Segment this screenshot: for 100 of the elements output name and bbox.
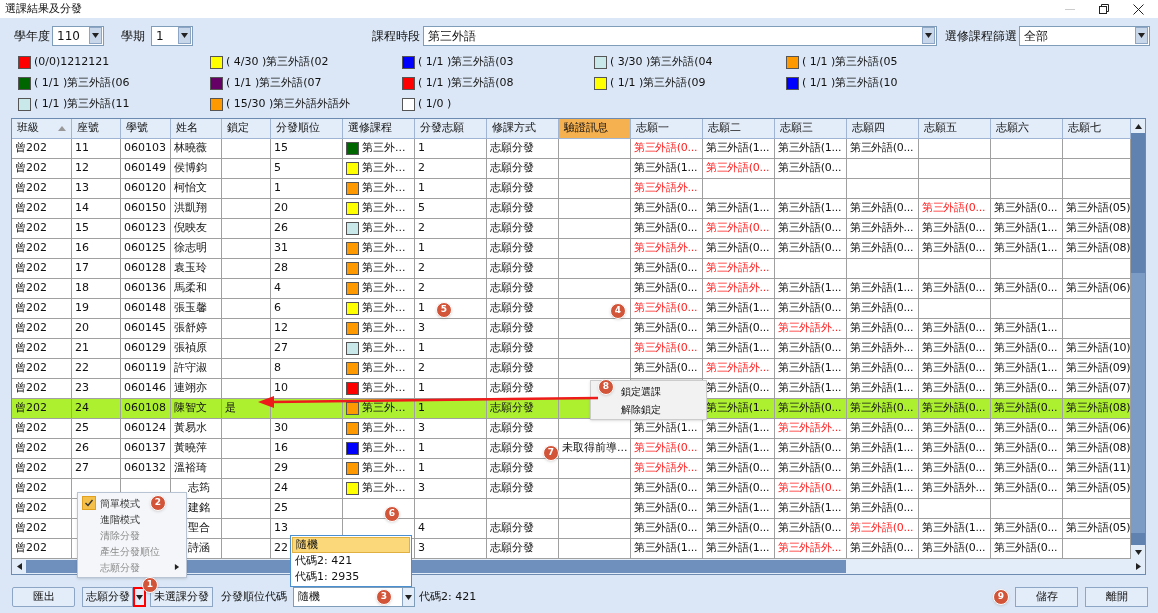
- column-header[interactable]: 班級: [12, 119, 72, 139]
- table-cell: 24: [75, 400, 89, 417]
- table-cell: 1: [418, 380, 425, 397]
- close-button[interactable]: 離開: [1085, 587, 1148, 607]
- table-cell: 第三外語(0...: [634, 300, 698, 317]
- column-header[interactable]: 鎖定: [222, 119, 271, 139]
- table-cell: 第三外語(1...: [706, 440, 770, 457]
- table-cell: 第三外語(0...: [634, 220, 698, 237]
- table-cell: 第三外語(1...: [778, 500, 842, 517]
- table-row[interactable]: 曾202 22 060119 許守淑 8 第三外... 2 志願分發 第三外語(0... 第三外語外... 第三外語(1... 第三外語(0... 第三外語(0... 第三外語(1... 第三外語(09): [12, 359, 1131, 379]
- table-cell: 1: [418, 400, 425, 417]
- table-row[interactable]: 曾202 13 060120 柯怡文 1 第三外... 1 志願分發 第三外語外...: [12, 179, 1131, 199]
- unselected-assign-button[interactable]: 未選課分發: [150, 587, 213, 607]
- table-cell: 14: [75, 200, 89, 217]
- table-cell: 第三外...: [362, 280, 406, 297]
- table-cell: 第三外語(0...: [634, 320, 698, 337]
- table-cell: 志筠: [188, 480, 210, 497]
- column-header[interactable]: 志願一: [631, 119, 703, 139]
- table-cell: 第三外語(0...: [706, 520, 770, 537]
- dropdown-button[interactable]: [1135, 27, 1148, 44]
- column-header[interactable]: 修課方式: [487, 119, 559, 139]
- column-header[interactable]: 學號: [121, 119, 171, 139]
- dropdown-button[interactable]: [89, 27, 102, 44]
- vertical-scrollbar[interactable]: [1131, 119, 1145, 559]
- table-row[interactable]: 曾202 14 060150 洪凱翔 20 第三外... 5 志願分發 第三外語(0... 第三外語(1... 第三外語(1... 第三外語(0... 第三外語(0... 第三外語(0... 第三外語(05): [12, 199, 1131, 219]
- column-header[interactable]: 志願七: [1063, 119, 1131, 139]
- legend-label: ( 1/1 )第三外語(09: [610, 75, 706, 92]
- table-cell: 第三外語(0...: [922, 240, 986, 257]
- dropdown-field[interactable]: 1: [151, 25, 193, 46]
- column-header[interactable]: 志願四: [847, 119, 919, 139]
- table-cell: 志願分發: [490, 160, 534, 177]
- legend-label: ( 15/30 )第三外語外語外: [226, 96, 351, 113]
- table-cell: 第三外語(0...: [778, 240, 842, 257]
- table-cell: 第三外語(11): [1066, 460, 1130, 477]
- table-row[interactable]: 曾202 21 060129 張禎原 27 第三外... 1 志願分發 第三外語(0... 第三外語(1... 第三外語(0... 第三外語外... 第三外語(0... 第三外語(0... 第三外語(10): [12, 339, 1131, 359]
- table-row[interactable]: 曾202 20 060145 張舒婷 12 第三外... 3 志願分發 第三外語(0... 第三外語(0... 第三外語外... 第三外語(0... 第三外語(0... 第三外語(1...: [12, 319, 1131, 339]
- dropdown-button[interactable]: [133, 587, 146, 607]
- legend-label: (0/0)1212121: [34, 54, 110, 71]
- table-cell: 第三外語(0...: [994, 400, 1058, 417]
- table-cell: 第三外...: [362, 400, 406, 417]
- table-cell: 第三外語(0...: [994, 460, 1058, 477]
- table-row[interactable]: 曾202 18 060136 馬柔和 4 第三外... 2 志願分發 第三外語(0... 第三外語外... 第三外語(1... 第三外語(1... 第三外語(0... 第三外語(0... 第三外語(06): [12, 279, 1131, 299]
- field-label: 選修課程篩選: [945, 27, 1018, 45]
- table-row[interactable]: 曾202 25 060124 黃易水 30 第三外... 3 志願分發 第三外語(1... 第三外語(1... 第三外語外... 第三外語(0... 第三外語(0... 第三外語(0... 第三外語(06): [12, 419, 1131, 439]
- export-button[interactable]: 匯出: [12, 587, 75, 607]
- dropdown-arrow-icon: [925, 32, 932, 39]
- table-cell: 第三外語(1...: [850, 380, 914, 397]
- column-header[interactable]: 志願三: [775, 119, 847, 139]
- close-icon[interactable]: [1133, 3, 1144, 15]
- dropdown-button[interactable]: [922, 27, 935, 44]
- menu-item[interactable]: 鎖定選課: [615, 382, 706, 400]
- table-cell: 洪凱翔: [174, 200, 207, 217]
- scroll-down-button[interactable]: [1131, 545, 1145, 559]
- column-header[interactable]: 選修課程: [343, 119, 415, 139]
- restore-icon[interactable]: [1099, 4, 1109, 14]
- table-cell: 5: [274, 160, 281, 177]
- save-button[interactable]: 儲存: [1015, 587, 1078, 607]
- column-header[interactable]: 分發順位: [271, 119, 343, 139]
- table-cell: 第三外...: [362, 260, 406, 277]
- table-row[interactable]: 曾202 27 060132 溫裕琦 29 第三外... 1 志願分發 第三外語外... 第三外語(0... 第三外語(0... 第三外語(1... 第三外語(0... 第三外語(0... 第三外語(11): [12, 459, 1131, 479]
- table-cell: 060123: [124, 220, 166, 237]
- dropdown-field[interactable]: 全部: [1019, 25, 1150, 46]
- table-cell: 志願分發: [490, 360, 534, 377]
- dropdown-arrow-icon: [181, 32, 188, 39]
- table-cell: 17: [75, 260, 89, 277]
- table-cell: 1: [274, 180, 281, 197]
- scroll-thumb[interactable]: [1131, 273, 1145, 533]
- table-row[interactable]: 曾202 11 060103 林曉薇 15 第三外... 1 志願分發 第三外語(0... 第三外語(1... 第三外語(1... 第三外語(0...: [12, 139, 1131, 159]
- column-header[interactable]: 志願五: [919, 119, 991, 139]
- table-cell: 曾202: [15, 300, 47, 317]
- table-cell: 曾202: [15, 280, 47, 297]
- order-code-info: 代碼2: 421: [419, 588, 477, 605]
- table-cell: 1: [418, 460, 425, 477]
- table-cell: 溫裕琦: [174, 460, 207, 477]
- table-row[interactable]: 曾202 12 060149 侯博鈞 5 第三外... 2 志願分發 第三外語(1... 第三外語(0... 第三外語(0...: [12, 159, 1131, 179]
- dropdown-option[interactable]: 代碼1: 2935: [292, 569, 410, 585]
- table-cell: 060149: [124, 160, 166, 177]
- column-header[interactable]: 驗證訊息: [559, 119, 631, 139]
- dropdown-button[interactable]: [402, 588, 414, 606]
- column-header[interactable]: 分發志願: [415, 119, 487, 139]
- column-header[interactable]: 志願二: [703, 119, 775, 139]
- table-row[interactable]: 曾202 志筠 24 第三外... 3 志願分發 第三外語(0... 第三外語(0... 第三外語(0... 第三外語(1... 第三外語外... 第三外語(0... 第三外語(05): [12, 479, 1131, 499]
- table-cell: 曾202: [15, 200, 47, 217]
- column-header[interactable]: 姓名: [171, 119, 222, 139]
- table-row[interactable]: 曾202 16 060125 徐志明 31 第三外... 1 志願分發 第三外語外... 第三外語(0... 第三外語(0... 第三外語(0... 第三外語(0... 第三外語(1... 第三外語(08): [12, 239, 1131, 259]
- dropdown-field[interactable]: 第三外語: [423, 25, 937, 46]
- dropdown-button[interactable]: [178, 27, 191, 44]
- column-header[interactable]: 志願六: [991, 119, 1063, 139]
- table-cell: 第三外語(08): [1066, 240, 1130, 257]
- table-cell: 12: [75, 160, 89, 177]
- dropdown-field[interactable]: 110: [52, 25, 104, 46]
- table-cell: 第三外語(0...: [850, 140, 914, 157]
- menu-item[interactable]: 解除鎖定: [615, 400, 706, 418]
- table-row[interactable]: 曾202 15 060123 倪映友 26 第三外... 2 志願分發 第三外語(0... 第三外語(0... 第三外語(0... 第三外語外... 第三外語(0... 第三外語(1... 第三外語(08): [12, 219, 1131, 239]
- dropdown-option[interactable]: 隨機: [292, 537, 410, 553]
- scroll-up-button[interactable]: [1131, 119, 1145, 133]
- table-cell: 志願分發: [490, 180, 534, 197]
- assign-button[interactable]: 志願分發: [82, 587, 133, 607]
- column-header[interactable]: 座號: [72, 119, 121, 139]
- table-row[interactable]: 曾202 17 060128 袁玉玲 28 第三外... 2 志願分發 第三外語(0... 第三外語外...: [12, 259, 1131, 279]
